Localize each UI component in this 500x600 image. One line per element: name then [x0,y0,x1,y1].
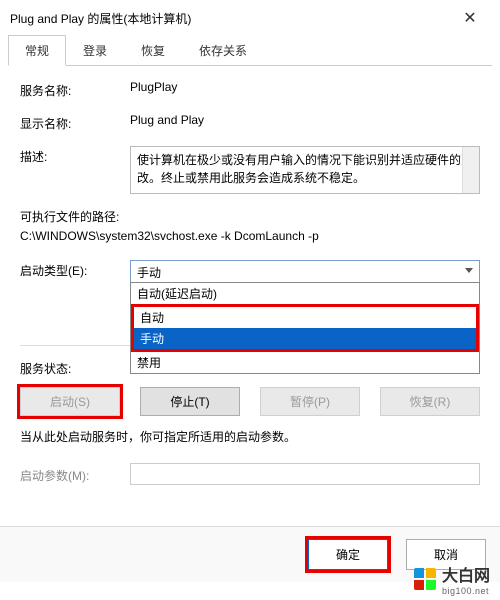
startup-option-auto-delayed[interactable]: 自动(延迟启动) [131,283,479,304]
title-bar: Plug and Play 的属性(本地计算机) ✕ [0,0,500,34]
exe-path-label: 可执行文件的路径: [20,208,480,227]
close-icon[interactable]: ✕ [450,8,490,28]
start-button: 启动(S) [20,387,120,416]
exe-path-value: C:\WINDOWS\system32\svchost.exe -k DcomL… [20,227,480,246]
service-name-row: 服务名称: PlugPlay [20,80,480,99]
startup-option-auto[interactable]: 自动 [134,307,476,328]
service-name-value: PlugPlay [130,80,480,94]
tab-general[interactable]: 常规 [8,35,66,66]
tab-dependencies[interactable]: 依存关系 [182,35,264,66]
chevron-down-icon [465,268,473,273]
pause-button: 暂停(P) [260,387,360,416]
service-control-buttons: 启动(S) 停止(T) 暂停(P) 恢复(R) [20,387,480,416]
exe-path-block: 可执行文件的路径: C:\WINDOWS\system32\svchost.ex… [20,208,480,246]
tab-panel-general: 服务名称: PlugPlay 显示名称: Plug and Play 描述: 使… [0,66,500,513]
tab-logon[interactable]: 登录 [66,35,124,66]
display-name-row: 显示名称: Plug and Play [20,113,480,132]
logo-icon [414,568,436,590]
description-text: 使计算机在极少或没有用户输入的情况下能识别并适应硬件的更改。终止或禁用此服务会造… [137,153,473,185]
display-name-value: Plug and Play [130,113,480,127]
stop-button[interactable]: 停止(T) [140,387,240,416]
startup-params-note: 当从此处启动服务时，你可指定所适用的启动参数。 [20,428,480,445]
startup-params-input [130,463,480,485]
window-title: Plug and Play 的属性(本地计算机) [10,10,191,27]
startup-type-dropdown: 自动(延迟启动) 自动 手动 禁用 [130,282,480,374]
tab-strip: 常规 登录 恢复 依存关系 [8,34,492,66]
tab-recovery[interactable]: 恢复 [124,35,182,66]
resume-button: 恢复(R) [380,387,480,416]
watermark-name: 大白网 [442,568,490,585]
description-label: 描述: [20,146,130,165]
description-row: 描述: 使计算机在极少或没有用户输入的情况下能识别并适应硬件的更改。终止或禁用此… [20,146,480,194]
startup-option-disabled[interactable]: 禁用 [131,352,479,373]
display-name-label: 显示名称: [20,113,130,132]
highlight-options: 自动 手动 [131,304,479,352]
description-textbox[interactable]: 使计算机在极少或没有用户输入的情况下能识别并适应硬件的更改。终止或禁用此服务会造… [130,146,480,194]
service-status-label: 服务状态: [20,358,130,377]
ok-button[interactable]: 确定 [308,539,388,570]
startup-type-label: 启动类型(E): [20,260,130,279]
scrollbar[interactable] [462,147,479,193]
watermark-url: big100.net [442,586,490,596]
watermark: 大白网 big100.net [414,562,490,596]
service-name-label: 服务名称: [20,80,130,99]
startup-params-label: 启动参数(M): [20,465,130,484]
startup-option-manual[interactable]: 手动 [134,328,476,349]
startup-params-row: 启动参数(M): [20,463,480,485]
startup-type-row: 启动类型(E): 手动 自动(延迟启动) 自动 手动 禁用 [20,260,480,285]
startup-selected-value: 手动 [137,266,161,280]
